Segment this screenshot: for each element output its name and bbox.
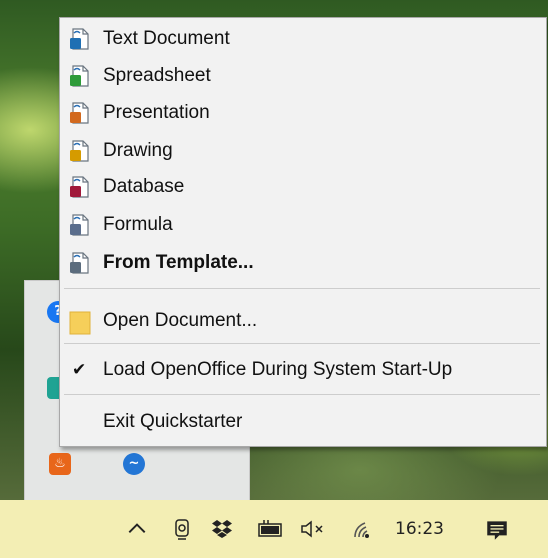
drawing-icon — [70, 140, 89, 162]
new-item-label: From Template... — [103, 252, 254, 273]
new-text-document-item[interactable]: Text Document — [60, 21, 546, 57]
new-item-label: Drawing — [103, 140, 173, 161]
chevron-up-icon[interactable] — [124, 516, 150, 542]
taskbar: 16:23 — [0, 500, 548, 558]
exit-quickstarter-item[interactable]: Exit Quickstarter — [60, 404, 546, 440]
new-database-item[interactable]: Database — [60, 169, 546, 205]
exit-quickstarter-label: Exit Quickstarter — [103, 411, 243, 432]
new-drawing-item[interactable]: Drawing — [60, 133, 546, 169]
quickstarter-context-menu: Text Document Spreadsheet Presentation Draw… — [59, 17, 547, 447]
folder-icon — [69, 311, 91, 335]
menu-separator — [64, 394, 540, 395]
new-formula-item[interactable]: Formula — [60, 207, 546, 243]
load-on-startup-label: Load OpenOffice During System Start-Up — [103, 359, 453, 380]
webcam-icon[interactable] — [170, 516, 194, 542]
formula-icon — [70, 214, 89, 236]
new-item-label: Text Document — [103, 28, 230, 49]
notification-icon[interactable] — [482, 516, 512, 542]
battery-icon[interactable] — [255, 516, 285, 542]
java-icon[interactable]: ♨ — [49, 453, 71, 475]
database-icon — [70, 176, 89, 198]
new-item-label: Database — [103, 176, 185, 197]
open-document-label: Open Document... — [103, 310, 258, 331]
load-on-startup-item[interactable]: ✔ Load OpenOffice During System Start-Up — [60, 352, 546, 388]
new-template-item[interactable]: From Template... — [60, 245, 546, 281]
new-item-label: Presentation — [103, 102, 210, 123]
new-presentation-item[interactable]: Presentation — [60, 95, 546, 131]
open-document-item[interactable]: Open Document... — [60, 303, 546, 339]
new-spreadsheet-item[interactable]: Spreadsheet — [60, 58, 546, 94]
text-document-icon — [70, 28, 89, 50]
dropbox-icon[interactable] — [209, 516, 235, 542]
new-item-label: Spreadsheet — [103, 65, 211, 86]
checkmark-icon: ✔ — [72, 360, 87, 379]
template-icon — [70, 252, 89, 274]
spreadsheet-icon — [70, 65, 89, 87]
menu-separator — [64, 288, 540, 289]
menu-separator — [64, 343, 540, 344]
presentation-icon — [70, 102, 89, 124]
volume-muted-icon[interactable] — [298, 516, 328, 542]
new-item-label: Formula — [103, 214, 173, 235]
wifi-icon[interactable] — [350, 516, 376, 542]
clock-time[interactable]: 16:23 — [395, 516, 444, 542]
openoffice-gull-icon[interactable]: ~ — [123, 453, 145, 475]
